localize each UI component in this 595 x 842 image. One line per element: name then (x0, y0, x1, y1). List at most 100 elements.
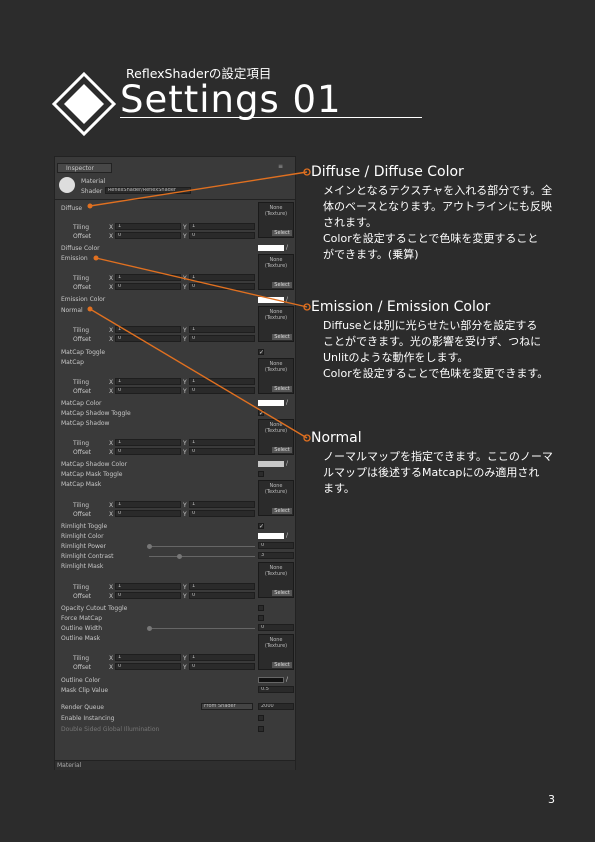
slider-handle[interactable] (177, 554, 182, 559)
mask-clip-value-label: Mask Clip Value (61, 687, 109, 694)
eyedropper-icon[interactable]: / (286, 244, 288, 251)
slider-handle[interactable] (147, 544, 152, 549)
opacity-cutout-checkbox[interactable] (258, 605, 264, 611)
tiling-y-field[interactable]: 1 (189, 654, 255, 661)
tiling-y-field[interactable]: 1 (189, 439, 255, 446)
mask-clip-value-field[interactable]: 0.5 (258, 686, 294, 693)
emission-texture-slot[interactable]: None (Texture) Select (258, 254, 294, 290)
offset-label: Offset (73, 233, 92, 240)
material-name: Material (81, 178, 106, 185)
menu-icon[interactable]: ≡ (278, 163, 283, 170)
rimlight-contrast-slider[interactable] (149, 556, 255, 557)
matcap-shadow-color-swatch[interactable] (258, 461, 284, 467)
offset-y-field[interactable]: 0 (189, 232, 255, 239)
emission-color-swatch[interactable] (258, 297, 284, 303)
tiling-x-field[interactable]: 1 (115, 439, 181, 446)
slider-handle[interactable] (147, 626, 152, 631)
eyedropper-icon[interactable]: / (286, 460, 288, 467)
matcap-color-label: MatCap Color (61, 400, 102, 407)
offset-x-field[interactable]: 0 (115, 663, 181, 670)
eyedropper-icon[interactable]: / (286, 399, 288, 406)
diffuse-annotation-body: メインとなるテクスチャを入れる部分です。全 体のベースとなります。アウトラインに… (323, 184, 553, 261)
tiling-x-field[interactable]: 1 (115, 654, 181, 661)
matcap-label: MatCap (61, 359, 84, 366)
offset-x-field[interactable]: 0 (115, 387, 181, 394)
tiling-y-field[interactable]: 1 (189, 378, 255, 385)
rimlight-color-label: Rimlight Color (61, 533, 104, 540)
outline-width-field[interactable]: 0 (258, 624, 294, 631)
rimlight-toggle-checkbox[interactable]: ✓ (258, 523, 264, 530)
diamond-logo-icon (52, 72, 116, 136)
tiling-y-field[interactable]: 1 (189, 223, 255, 230)
tab-label: Inspector (66, 165, 94, 172)
tiling-x-field[interactable]: 1 (115, 501, 181, 508)
emission-annotation-body: Diffuseとは別に光らせたい部分を設定する ことができます。光の影響を受けず… (323, 319, 549, 380)
rimlight-power-field[interactable]: 0 (258, 542, 294, 549)
callout-end-ring (303, 303, 311, 311)
tiling-x-field[interactable]: 1 (115, 583, 181, 590)
diffuse-texture-slot[interactable]: None (Texture) Select (258, 202, 294, 238)
opacity-cutout-toggle-label: Opacity Cutout Toggle (61, 605, 128, 612)
rimlight-power-slider[interactable] (149, 546, 255, 547)
tiling-y-field[interactable]: 1 (189, 583, 255, 590)
diffuse-annotation-title: Diffuse / Diffuse Color (311, 164, 464, 180)
enable-instancing-checkbox[interactable] (258, 715, 264, 721)
callout-end-ring (303, 168, 311, 176)
offset-x-field[interactable]: 0 (115, 283, 181, 290)
matcap-shadow-texture-slot[interactable]: None (Texture) Select (258, 419, 294, 455)
tiling-x-field[interactable]: 1 (115, 274, 181, 281)
offset-y-field[interactable]: 0 (189, 510, 255, 517)
rimlight-contrast-field[interactable]: 3 (258, 552, 294, 559)
matcap-mask-toggle-checkbox[interactable] (258, 471, 264, 477)
page-number: 3 (548, 793, 555, 806)
tiling-x-field[interactable]: 1 (115, 223, 181, 230)
offset-x-field[interactable]: 0 (115, 448, 181, 455)
offset-y-field[interactable]: 0 (189, 283, 255, 290)
offset-x-field[interactable]: 0 (115, 335, 181, 342)
matcap-texture-slot[interactable]: None (Texture) Select (258, 358, 294, 394)
outline-width-slider[interactable] (149, 628, 255, 629)
render-queue-label: Render Queue (61, 704, 104, 711)
tiling-y-field[interactable]: 1 (189, 501, 255, 508)
matcap-toggle-checkbox[interactable]: ✓ (258, 349, 264, 356)
shader-dropdown[interactable]: ReflexShader/ReflexShader (105, 187, 191, 194)
offset-x-field[interactable]: 0 (115, 232, 181, 239)
offset-x-field[interactable]: 0 (115, 510, 181, 517)
offset-y-field[interactable]: 0 (189, 448, 255, 455)
offset-y-field[interactable]: 0 (189, 663, 255, 670)
divider (55, 199, 295, 200)
force-matcap-checkbox[interactable] (258, 615, 264, 621)
tiling-y-field[interactable]: 1 (189, 326, 255, 333)
tab-inspector[interactable]: Inspector (57, 163, 112, 173)
rimlight-mask-label: Rimlight Mask (61, 563, 104, 570)
render-queue-field[interactable]: 2000 (258, 703, 294, 710)
eyedropper-icon[interactable]: / (286, 296, 288, 303)
eyedropper-icon[interactable]: / (286, 676, 288, 683)
matcap-shadow-label: MatCap Shadow (61, 420, 110, 427)
tiling-y-field[interactable]: 1 (189, 274, 255, 281)
normal-texture-slot[interactable]: None (Texture) Select (258, 306, 294, 342)
offset-y-field[interactable]: 0 (189, 592, 255, 599)
double-sided-gi-checkbox[interactable] (258, 726, 264, 732)
render-queue-dropdown[interactable]: From Shader (201, 703, 253, 710)
offset-y-field[interactable]: 0 (189, 387, 255, 394)
tiling-x-field[interactable]: 1 (115, 378, 181, 385)
matcap-color-swatch[interactable] (258, 400, 284, 406)
eyedropper-icon[interactable]: / (286, 532, 288, 539)
outline-mask-texture-slot[interactable]: None (Texture) Select (258, 634, 294, 670)
outline-color-swatch[interactable] (258, 677, 284, 683)
matcap-shadow-toggle-checkbox[interactable]: ✓ (258, 410, 264, 417)
tiling-x-field[interactable]: 1 (115, 326, 181, 333)
rimlight-mask-texture-slot[interactable]: None (Texture) Select (258, 562, 294, 598)
matcap-mask-label: MatCap Mask (61, 481, 102, 488)
offset-y-field[interactable]: 0 (189, 335, 255, 342)
rimlight-color-swatch[interactable] (258, 533, 284, 539)
matcap-shadow-toggle-label: MatCap Shadow Toggle (61, 410, 131, 417)
rimlight-toggle-label: Rimlight Toggle (61, 523, 108, 530)
tiling-label: Tiling (73, 224, 90, 231)
outline-color-label: Outline Color (61, 677, 101, 684)
offset-x-field[interactable]: 0 (115, 592, 181, 599)
matcap-mask-texture-slot[interactable]: None (Texture) Select (258, 480, 294, 516)
diffuse-color-swatch[interactable] (258, 245, 284, 251)
page-title: Settings 01 (120, 78, 342, 121)
